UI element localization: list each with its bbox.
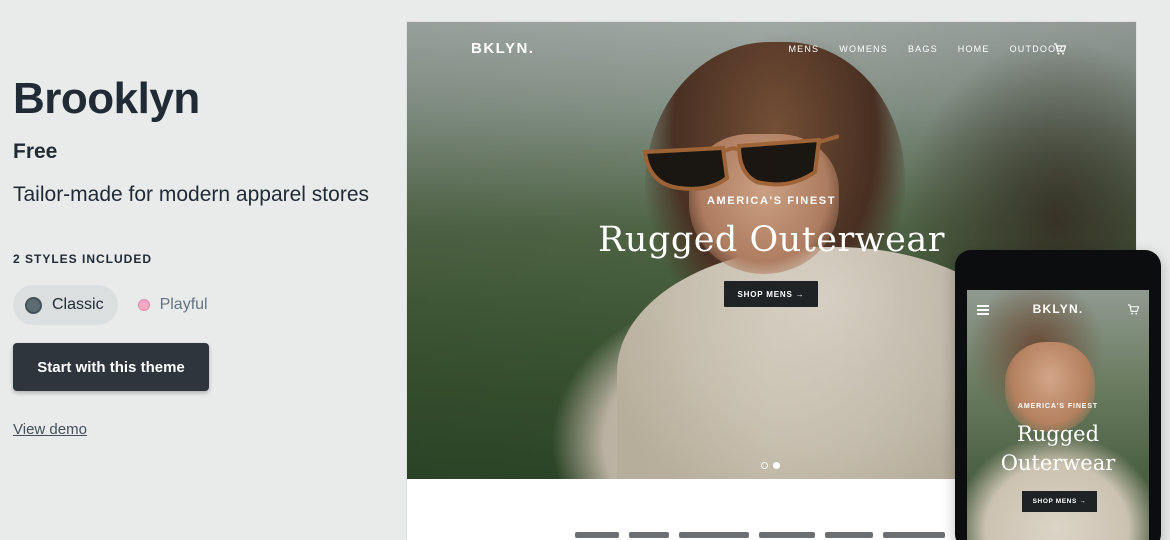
- store-nav: MENS WOMENS BAGS HOME OUTDOOR: [788, 44, 1064, 54]
- store-logo[interactable]: BKLYN.: [471, 40, 534, 57]
- mobile-hero-kicker: AMERICA'S FINEST: [1017, 403, 1099, 410]
- cart-icon[interactable]: [1128, 304, 1139, 315]
- mobile-store-logo[interactable]: BKLYN.: [967, 302, 1149, 316]
- nav-item-mens[interactable]: MENS: [788, 44, 819, 54]
- theme-price: Free: [13, 140, 58, 163]
- nav-item-bags[interactable]: BAGS: [908, 44, 938, 54]
- style-option-playful[interactable]: Playful: [126, 285, 222, 325]
- start-with-theme-button[interactable]: Start with this theme: [13, 343, 209, 391]
- theme-name: Brooklyn: [13, 74, 200, 123]
- slide-dot-active[interactable]: [773, 462, 780, 469]
- mobile-screen: BKLYN. AMERICA'S FINEST Rugged Outerwear…: [967, 290, 1149, 540]
- cart-icon[interactable]: [1054, 43, 1066, 55]
- style-option-label: Playful: [159, 296, 208, 313]
- styles-heading: 2 STYLES INCLUDED: [13, 252, 153, 266]
- view-demo-link[interactable]: View demo: [13, 421, 87, 438]
- mobile-hero-title-line2: Outerwear: [1000, 451, 1116, 475]
- style-selector: Classic Playful: [13, 285, 222, 325]
- playful-color-swatch: [137, 299, 150, 311]
- classic-color-swatch: [25, 296, 42, 314]
- hero-kicker: AMERICA'S FINEST: [706, 195, 837, 207]
- style-option-label: Classic: [52, 296, 104, 313]
- mobile-hero-title-line1: Rugged: [1016, 422, 1100, 446]
- mobile-preview: BKLYN. AMERICA'S FINEST Rugged Outerwear…: [955, 250, 1161, 540]
- mobile-hero-title: Rugged Outerwear: [967, 420, 1149, 478]
- mobile-shop-mens-button[interactable]: SHOP MENS →: [1022, 491, 1097, 512]
- style-option-classic[interactable]: Classic: [13, 285, 118, 325]
- below-fold-text-preview: [575, 532, 955, 540]
- nav-item-womens[interactable]: WOMENS: [839, 44, 888, 54]
- theme-tagline: Tailor-made for modern apparel stores: [13, 183, 369, 206]
- nav-item-home[interactable]: HOME: [958, 44, 990, 54]
- shop-mens-button[interactable]: SHOP MENS →: [724, 281, 818, 307]
- slide-dot[interactable]: [761, 462, 768, 469]
- slideshow-dots: [761, 462, 780, 469]
- mobile-hero-photo: [1005, 342, 1095, 432]
